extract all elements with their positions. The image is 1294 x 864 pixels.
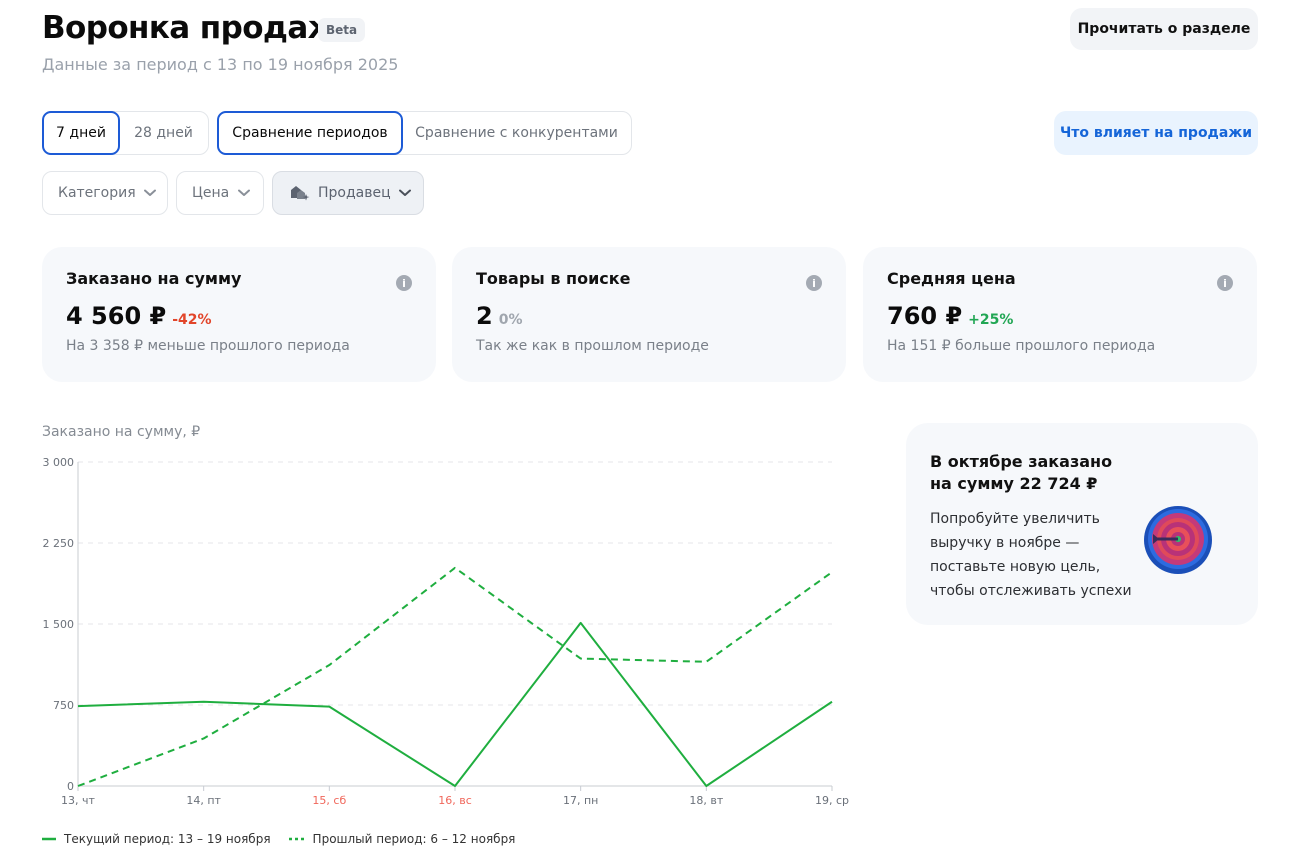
chart-legend: Текущий период: 13 – 19 ноября Прошлый п… bbox=[42, 832, 515, 846]
metric-value: 2 bbox=[476, 302, 493, 330]
chart-title: Заказано на сумму, ₽ bbox=[42, 424, 201, 440]
promo-heading: В октябре заказано на сумму 22 724 ₽ bbox=[930, 452, 1113, 493]
compare-toggle: Сравнение периодов Сравнение с конкурент… bbox=[217, 111, 632, 155]
y-tick-label: 750 bbox=[53, 699, 74, 712]
x-tick-label: 17, пн bbox=[563, 794, 598, 807]
period-subtitle: Данные за период с 13 по 19 ноября 2025 bbox=[42, 55, 399, 74]
metric-delta: +25% bbox=[968, 312, 1014, 328]
sellers-icon bbox=[288, 184, 310, 202]
metric-value: 760 ₽ bbox=[887, 302, 963, 330]
info-icon[interactable]: i bbox=[806, 275, 822, 291]
metric-value: 4 560 ₽ bbox=[66, 302, 167, 330]
legend-solid-line-icon bbox=[42, 837, 56, 841]
metric-value-row: 4 560 ₽ -42% bbox=[66, 302, 412, 330]
y-tick-label: 0 bbox=[67, 780, 74, 793]
y-tick-label: 2 250 bbox=[43, 537, 75, 550]
promo-text: Попробуйте увеличить выручку в ноябре — … bbox=[930, 511, 1132, 599]
tab-compare-competitors[interactable]: Сравнение с конкурентами bbox=[402, 112, 631, 154]
x-tick-label: 14, пт bbox=[186, 794, 221, 807]
tab-compare-periods[interactable]: Сравнение периодов bbox=[217, 111, 403, 155]
y-tick-label: 1 500 bbox=[43, 618, 75, 631]
series-line-previous bbox=[77, 566, 833, 787]
series-line-current bbox=[77, 621, 833, 787]
metric-value-row: 2 0% bbox=[476, 302, 822, 330]
category-filter[interactable]: Категория bbox=[42, 171, 168, 215]
metric-delta: -42% bbox=[172, 312, 212, 328]
category-filter-label: Категория bbox=[58, 185, 136, 201]
tab-7-days[interactable]: 7 дней bbox=[42, 111, 120, 155]
what-affects-sales-button[interactable]: Что влияет на продажи bbox=[1054, 111, 1258, 155]
price-filter[interactable]: Цена bbox=[176, 171, 264, 215]
x-tick-label: 13, чт bbox=[61, 794, 95, 807]
metric-value-row: 760 ₽ +25% bbox=[887, 302, 1233, 330]
chevron-down-icon bbox=[398, 186, 411, 200]
x-tick-label: 19, ср bbox=[815, 794, 849, 807]
legend-item-previous[interactable]: Прошлый период: 6 – 12 ноября bbox=[288, 832, 516, 846]
tab-28-days[interactable]: 28 дней bbox=[119, 112, 208, 154]
seller-filter-label: Продавец bbox=[318, 185, 391, 201]
seller-filter[interactable]: Продавец bbox=[272, 171, 424, 215]
metric-title: Товары в поиске bbox=[476, 269, 631, 288]
metric-description: На 151 ₽ больше прошлого периода bbox=[887, 338, 1156, 354]
y-tick-label: 3 000 bbox=[43, 456, 75, 469]
target-icon bbox=[1144, 506, 1212, 574]
beta-badge: Beta bbox=[318, 18, 366, 42]
price-filter-label: Цена bbox=[192, 185, 230, 201]
x-tick-label: 18, вт bbox=[689, 794, 723, 807]
info-icon[interactable]: i bbox=[396, 275, 412, 291]
chevron-down-icon bbox=[143, 186, 156, 200]
metric-delta: 0% bbox=[498, 312, 523, 328]
x-tick-label: 15, сб bbox=[312, 794, 346, 807]
sales-line-chart: 0 750 1 500 2 250 3 000 13, чт 14, пт 15, сб 16,… bbox=[43, 456, 850, 807]
read-about-section-button[interactable]: Прочитать о разделе bbox=[1070, 8, 1258, 50]
metric-card-items-in-search: Товары в поиске i 2 0% Так же как в прош… bbox=[452, 247, 846, 382]
legend-label-current: Текущий период: 13 – 19 ноября bbox=[64, 832, 271, 846]
promo-card: В октябре заказано на сумму 22 724 ₽ Поп… bbox=[906, 423, 1258, 625]
metric-card-average-price: Средняя цена i 760 ₽ +25% На 151 ₽ больш… bbox=[863, 247, 1257, 382]
x-tick-label: 16, вс bbox=[438, 794, 472, 807]
metric-description: На 3 358 ₽ меньше прошлого периода bbox=[66, 338, 350, 354]
metric-description: Так же как в прошлом периоде bbox=[476, 338, 709, 354]
info-icon[interactable]: i bbox=[1217, 275, 1233, 291]
period-toggle: 7 дней 28 дней bbox=[42, 111, 209, 155]
legend-label-previous: Прошлый период: 6 – 12 ноября bbox=[312, 832, 516, 846]
metric-card-ordered-sum: Заказано на сумму i 4 560 ₽ -42% На 3 35… bbox=[42, 247, 436, 382]
page-title: Воронка продаж bbox=[42, 10, 339, 46]
metric-title: Средняя цена bbox=[887, 269, 1016, 288]
legend-item-current[interactable]: Текущий период: 13 – 19 ноября bbox=[42, 832, 271, 846]
chevron-down-icon bbox=[237, 186, 251, 200]
legend-dashed-line-icon bbox=[288, 837, 305, 841]
metric-title: Заказано на сумму bbox=[66, 269, 242, 288]
